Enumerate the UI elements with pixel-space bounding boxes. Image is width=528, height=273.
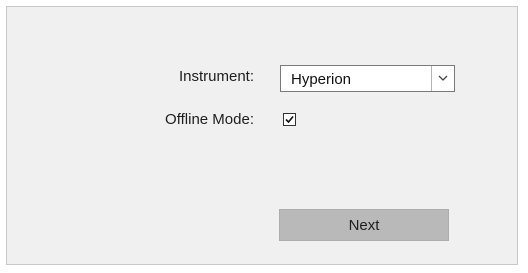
instrument-label: Instrument:: [178, 68, 254, 85]
instrument-selected-value: Hyperion: [291, 71, 352, 88]
instrument-select[interactable]: Hyperion: [280, 65, 455, 92]
next-button[interactable]: Next: [279, 209, 449, 241]
chevron-down-icon: [438, 75, 448, 81]
dropdown-arrow-button[interactable]: [431, 66, 454, 91]
checkmark-icon: [285, 115, 294, 124]
offline-mode-label: Offline Mode:: [165, 111, 254, 128]
offline-mode-checkbox[interactable]: [283, 113, 296, 126]
setup-dialog: Instrument: Hyperion Offline Mode: Next: [6, 6, 518, 265]
